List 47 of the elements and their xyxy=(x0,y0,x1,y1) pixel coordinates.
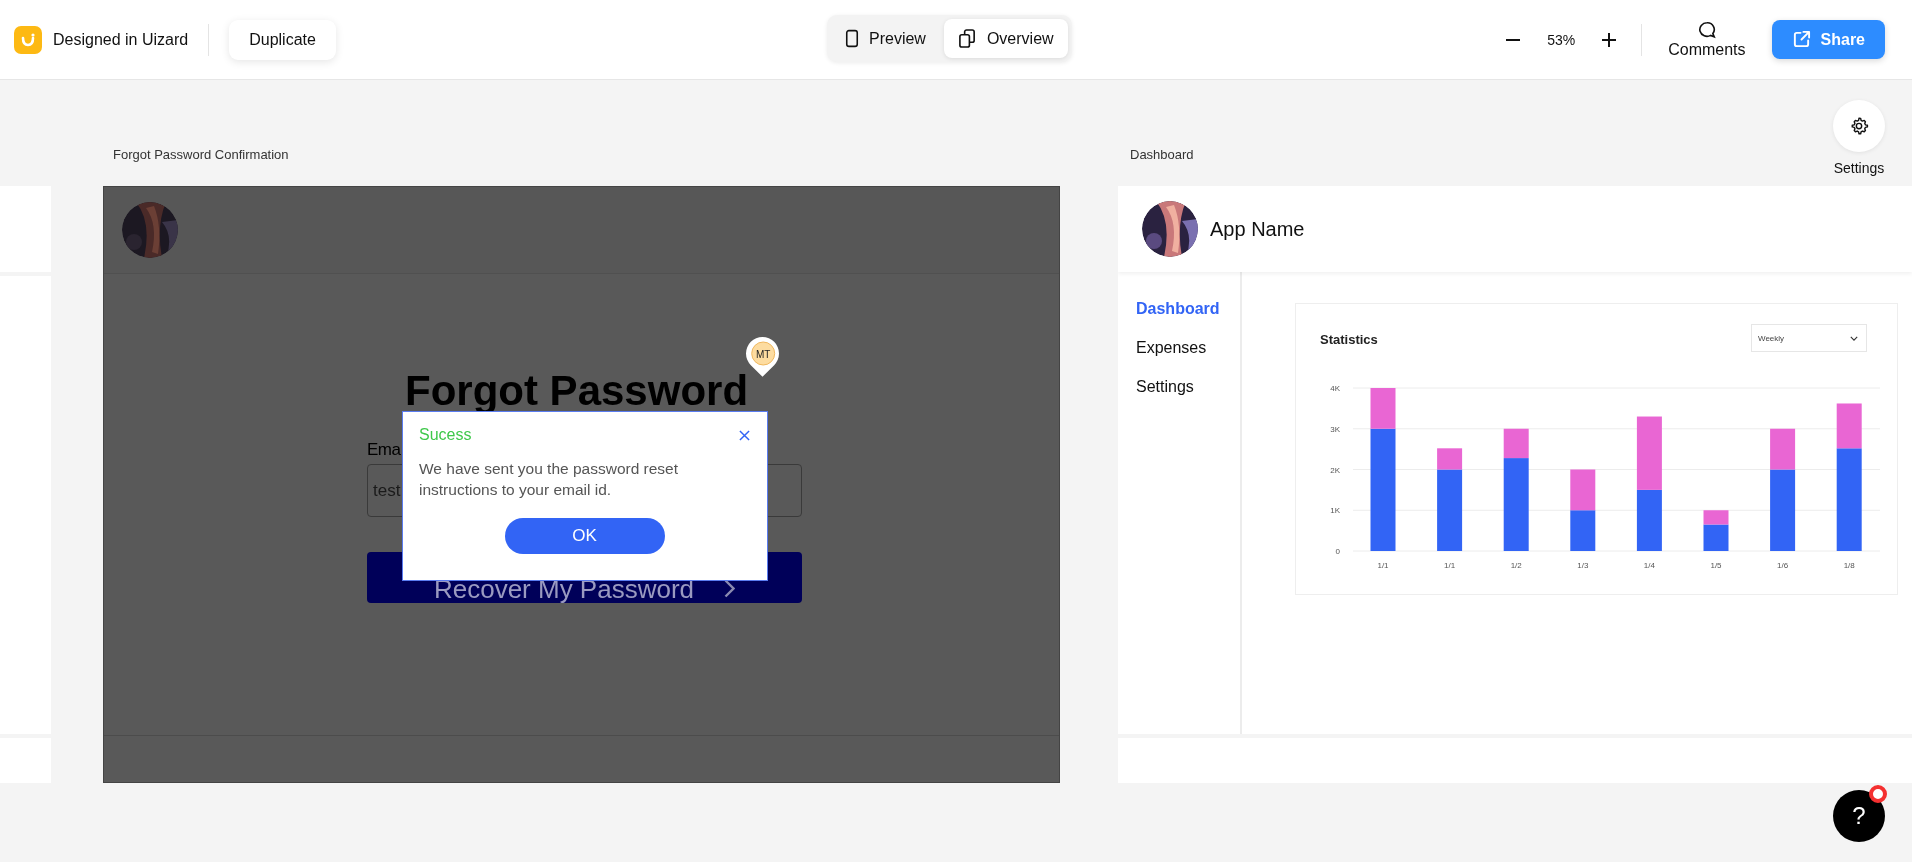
chat-bubble-icon xyxy=(1697,20,1716,39)
logo-icon xyxy=(14,25,42,54)
bar xyxy=(1636,489,1662,551)
field-label: Ema xyxy=(367,440,401,461)
phone-icon xyxy=(845,29,859,48)
settings-button[interactable] xyxy=(1833,100,1885,152)
axis-label: 4K xyxy=(1330,384,1340,393)
axis-label: 0 xyxy=(1335,547,1340,556)
close-icon[interactable] xyxy=(739,429,750,441)
axis-label: 1/3 xyxy=(1577,561,1589,570)
card-title: Statistics xyxy=(1320,332,1378,347)
zoom-level: 53% xyxy=(1547,31,1576,48)
axis-label: 3K xyxy=(1330,424,1340,434)
axis-label: 1K xyxy=(1330,506,1340,516)
chevron-down-icon xyxy=(1850,335,1858,341)
bar xyxy=(1570,469,1596,511)
axis-label: 1/1 xyxy=(1377,561,1389,570)
ok-button[interactable]: OK xyxy=(504,518,665,554)
external-link-icon xyxy=(1791,30,1811,49)
comments-button[interactable]: Comments xyxy=(1662,20,1752,59)
period-dropdown[interactable]: Weekly xyxy=(1751,324,1867,352)
axis-label: 1/2 xyxy=(1510,561,1522,570)
axis-label: 1/4 xyxy=(1643,561,1655,570)
bar xyxy=(1570,510,1596,551)
app-name: App Name xyxy=(1210,217,1305,241)
view-mode-tab[interactable]: Overview xyxy=(943,19,1068,58)
nav-item[interactable]: Settings xyxy=(1136,374,1194,400)
axis-label: 1/6 xyxy=(1777,561,1789,570)
brand-label: Designed in Uizard xyxy=(53,30,189,49)
frame-title: Forgot Password Confirmation xyxy=(113,147,289,162)
duplicate-button[interactable]: Duplicate xyxy=(229,19,336,60)
help-button[interactable]: ? xyxy=(1833,790,1885,842)
pages-icon xyxy=(957,29,977,48)
settings-label: Settings xyxy=(1833,160,1885,176)
view-mode-tab[interactable]: Preview xyxy=(831,19,940,58)
frame-title: Dashboard xyxy=(1130,147,1194,162)
nav-item[interactable]: Expenses xyxy=(1136,335,1207,361)
axis-label: 1/5 xyxy=(1710,561,1722,570)
dialog-title: Sucess xyxy=(419,426,472,444)
axis-label: 1/8 xyxy=(1843,561,1855,570)
chevron-right-icon xyxy=(724,579,736,599)
dialog-message: We have sent you the password reset instructions to your email id. xyxy=(419,459,680,500)
axis-label: 2K xyxy=(1330,465,1340,475)
settings-icon xyxy=(1849,116,1869,136)
axis-label: 1/1 xyxy=(1444,561,1456,570)
nav-item[interactable]: Dashboard xyxy=(1136,296,1220,322)
zoom-in-icon[interactable] xyxy=(1601,31,1618,48)
